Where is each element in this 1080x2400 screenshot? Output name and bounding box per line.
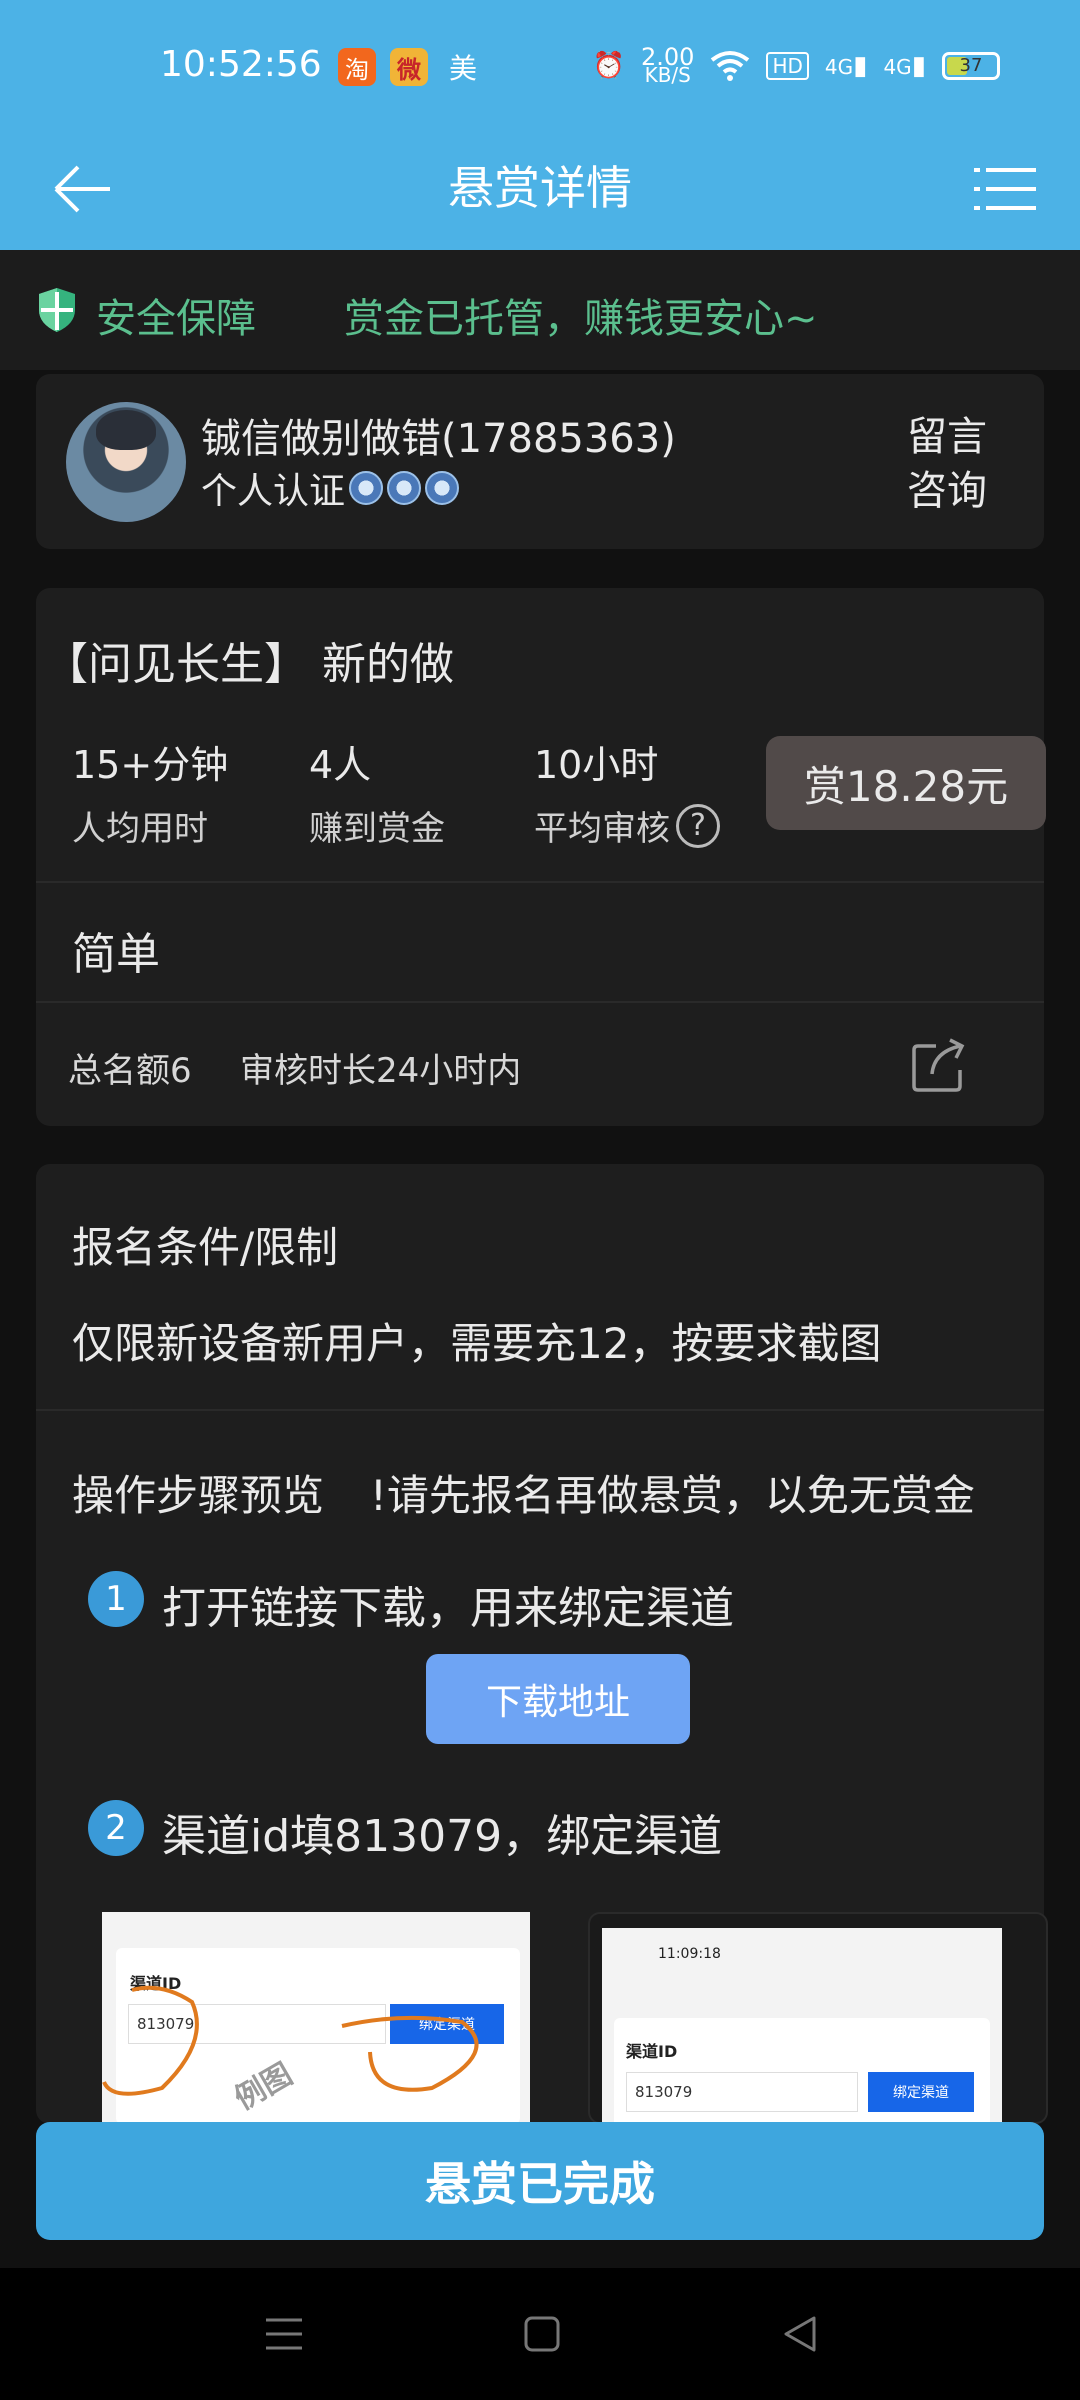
meituan-app-icon: 美 xyxy=(448,52,477,85)
wifi-icon xyxy=(711,51,750,81)
step-number: 1 xyxy=(88,1571,144,1627)
step-text: 渠道id填813079，绑定渠道 xyxy=(162,1811,723,1862)
shield-icon xyxy=(39,288,75,332)
example-screenshot[interactable]: 渠道ID 813079 绑定渠道 例图 xyxy=(102,1912,530,2124)
cert-badge-icon xyxy=(349,471,384,505)
divider xyxy=(36,1409,1044,1411)
menu-list-icon[interactable] xyxy=(970,154,1040,224)
alarm-icon: ⏰ xyxy=(592,51,626,81)
conditions-title: 报名条件/限制 xyxy=(72,1223,339,1272)
step-text: 打开链接下载，用来绑定渠道 xyxy=(162,1583,734,1634)
divider xyxy=(36,881,1044,883)
page-title: 悬赏详情 xyxy=(448,161,632,215)
steps-warning: !请先报名再做悬赏，以免无赏金 xyxy=(370,1471,975,1520)
task-title: 【问见长生】 新的做 xyxy=(44,639,454,690)
quota-label: 总名额6 xyxy=(68,1051,192,1091)
annotation-scribble xyxy=(102,1985,479,2096)
divider xyxy=(36,1001,1044,1003)
conditions-text: 仅限新设备新用户，需要充12，按要求截图 xyxy=(72,1319,882,1368)
battery-icon: 37 xyxy=(942,52,1000,80)
status-time: 10:52:56 xyxy=(160,44,322,85)
home-icon[interactable] xyxy=(520,2312,564,2356)
system-nav-bar xyxy=(0,2268,1080,2400)
back-nav-icon[interactable] xyxy=(778,2312,822,2356)
publisher-cert: 个人认证 xyxy=(201,462,460,514)
status-bar: 10:52:56 淘 微 美 ⏰ 2.00 KB/S HD 4G▮ 4G▮ 37 xyxy=(0,0,1080,130)
safety-banner: 安全保障 赏金已托管，赚钱更安心~ xyxy=(0,250,1080,370)
stat-earned: 4人 赚到赏金 xyxy=(309,743,445,849)
step-number: 2 xyxy=(88,1800,144,1856)
conditions-card: 报名条件/限制 仅限新设备新用户，需要充12，按要求截图 操作步骤预览 !请先报… xyxy=(36,1164,1048,2124)
share-icon[interactable] xyxy=(912,1038,966,1092)
weibo-app-icon: 微 xyxy=(390,48,428,86)
consult-button[interactable]: 留言咨询 xyxy=(902,410,992,518)
cert-badge-icon xyxy=(425,471,460,505)
download-button[interactable]: 下载地址 xyxy=(426,1654,690,1744)
network-speed: 2.00 KB/S xyxy=(641,43,695,87)
publisher-name: 铖信做别做错(17885363) xyxy=(201,416,676,462)
help-icon[interactable]: ? xyxy=(676,803,720,848)
avatar[interactable] xyxy=(66,402,186,522)
safety-label: 安全保障 xyxy=(96,296,256,342)
publisher-card: 铖信做别做错(17885363) 个人认证 留言咨询 xyxy=(36,374,1044,549)
taobao-app-icon: 淘 xyxy=(338,48,376,86)
signal-icon-2: 4G▮ xyxy=(883,51,926,81)
task-card: 【问见长生】 新的做 15+分钟 人均用时 4人 赚到赏金 10小时 平均审核 … xyxy=(36,588,1046,1126)
recent-apps-icon[interactable] xyxy=(262,2312,306,2356)
difficulty-label: 简单 xyxy=(72,929,160,980)
steps-title: 操作步骤预览 xyxy=(72,1471,325,1520)
status-indicators: ⏰ 2.00 KB/S HD 4G▮ 4G▮ 37 xyxy=(592,43,1000,87)
audit-duration-label: 审核时长24小时内 xyxy=(240,1051,522,1091)
cert-badge-icon xyxy=(387,471,422,505)
stat-avg-time: 15+分钟 人均用时 xyxy=(72,743,229,849)
example-screenshot[interactable]: 11:09:18 渠道ID 813079 绑定渠道 xyxy=(588,1912,1048,2124)
app-header: 悬赏详情 xyxy=(0,130,1080,250)
hd-icon: HD xyxy=(766,52,809,80)
safety-note: 赏金已托管，赚钱更安心~ xyxy=(344,296,818,342)
reward-badge: 赏18.28元 xyxy=(766,736,1046,830)
task-complete-button[interactable]: 悬赏已完成 xyxy=(36,2122,1044,2240)
stat-avg-review: 10小时 平均审核 ? xyxy=(534,734,720,850)
cert-label: 个人认证 xyxy=(201,471,346,512)
signal-icon-1: 4G▮ xyxy=(824,51,868,81)
